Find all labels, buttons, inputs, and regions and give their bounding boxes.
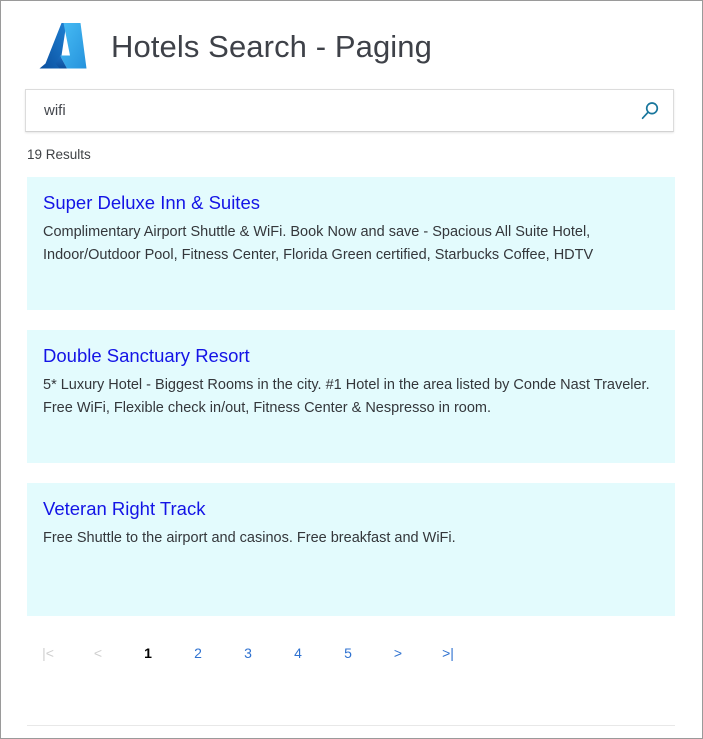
result-description: Complimentary Airport Shuttle & WiFi. Bo… [43, 224, 594, 264]
search-area [25, 89, 674, 132]
result-card[interactable]: Double Sanctuary Resort 5* Luxury Hotel … [27, 330, 675, 464]
search-input[interactable] [26, 90, 627, 131]
pagination-first-button[interactable]: |< [23, 646, 73, 660]
search-icon [639, 100, 661, 122]
page-content: Hotels Search - Paging 19 Results [1, 1, 702, 738]
page-title: Hotels Search - Paging [111, 28, 432, 64]
pagination-previous-button[interactable]: < [73, 646, 123, 660]
search-button[interactable] [627, 90, 673, 131]
pagination: |< < 1 2 3 4 5 > >| [23, 636, 702, 670]
pagination-page-4[interactable]: 4 [273, 646, 323, 660]
search-box[interactable] [25, 89, 674, 132]
result-title-link[interactable]: Veteran Right Track [43, 497, 657, 520]
pagination-page-1[interactable]: 1 [123, 646, 173, 660]
result-description: Free Shuttle to the airport and casinos.… [43, 530, 456, 547]
pagination-last-button[interactable]: >| [423, 646, 473, 660]
result-description: 5* Luxury Hotel - Biggest Rooms in the c… [43, 377, 650, 417]
pagination-next-button[interactable]: > [373, 646, 423, 660]
result-card[interactable]: Super Deluxe Inn & Suites Complimentary … [27, 177, 675, 311]
pagination-page-2[interactable]: 2 [173, 646, 223, 660]
pagination-page-5[interactable]: 5 [323, 646, 373, 660]
app-header: Hotels Search - Paging [1, 1, 702, 89]
result-title-link[interactable]: Super Deluxe Inn & Suites [43, 191, 657, 214]
footer-divider [27, 725, 675, 726]
results-count: 19 Results [27, 147, 91, 162]
results-list: Super Deluxe Inn & Suites Complimentary … [27, 177, 675, 617]
app-window: Hotels Search - Paging 19 Results [0, 0, 703, 739]
pagination-page-3[interactable]: 3 [223, 646, 273, 660]
result-title-link[interactable]: Double Sanctuary Resort [43, 344, 657, 367]
azure-logo-icon [37, 19, 89, 75]
result-card[interactable]: Veteran Right Track Free Shuttle to the … [27, 483, 675, 617]
